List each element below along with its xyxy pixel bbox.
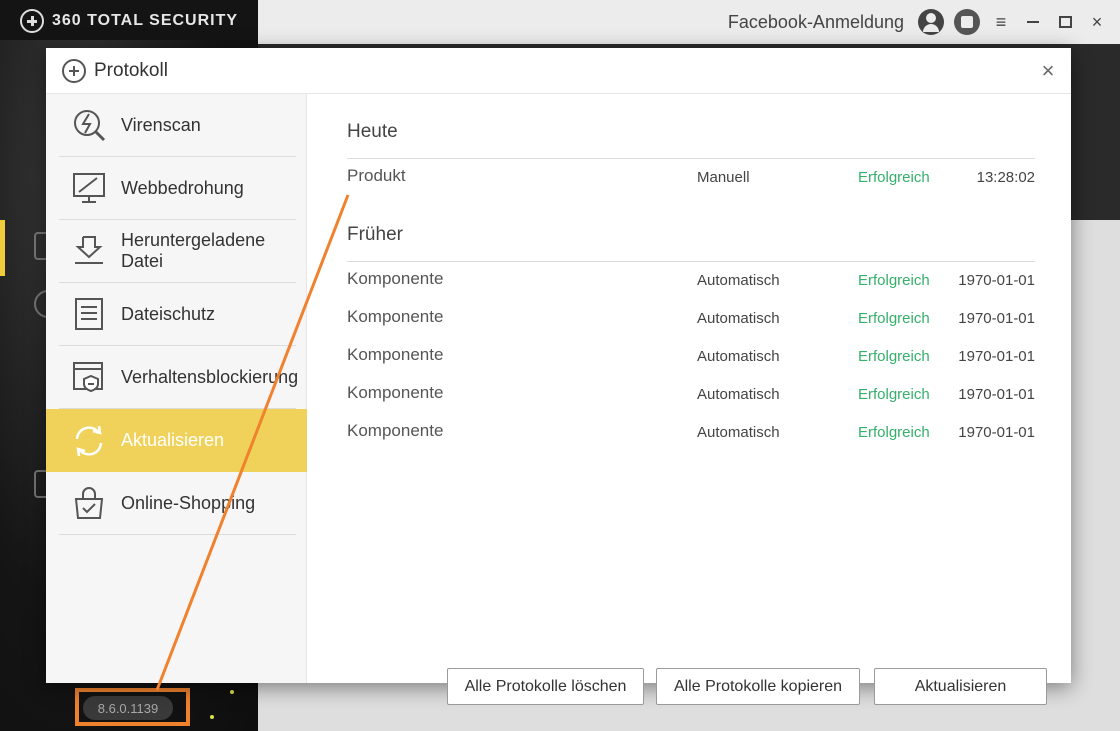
log-time: 1970-01-01 [958, 272, 1035, 289]
nav-item-verhaltensblockierung[interactable]: Verhaltensblockierung [59, 346, 299, 409]
behavior-block-icon [73, 362, 103, 393]
log-time: 1970-01-01 [958, 424, 1035, 441]
log-row: Komponente Automatisch Erfolgreich 1970-… [347, 379, 1035, 409]
log-mode: Manuell [697, 169, 750, 186]
section-title-earlier: Früher [347, 224, 403, 245]
minimize-button[interactable] [1022, 11, 1044, 33]
sidebar-active-indicator [0, 220, 5, 276]
app-brand: 360 TOTAL SECURITY [52, 12, 239, 29]
logo-icon [20, 9, 44, 33]
section-divider [347, 158, 1035, 159]
clear-all-logs-button[interactable]: Alle Protokolle löschen [447, 668, 644, 705]
log-mode: Automatisch [697, 348, 780, 365]
skin-shirt-icon[interactable] [954, 9, 980, 35]
maximize-icon [1058, 16, 1072, 28]
log-name: Komponente [347, 383, 444, 402]
log-name: Komponente [347, 345, 444, 364]
decorative-dot [210, 715, 214, 719]
refresh-button[interactable]: Aktualisieren [874, 668, 1047, 705]
web-threat-icon [73, 173, 105, 203]
log-status: Erfolgreich [858, 386, 930, 403]
facebook-login-link[interactable]: Facebook-Anmeldung [728, 12, 904, 33]
menu-icon[interactable]: ≡ [990, 11, 1012, 33]
nav-label: Heruntergeladene Datei [121, 230, 266, 271]
log-time: 1970-01-01 [958, 310, 1035, 327]
section-title-today: Heute [347, 121, 398, 142]
annotation-highlight-box [75, 688, 190, 726]
log-status: Erfolgreich [858, 169, 930, 186]
log-mode: Automatisch [697, 310, 780, 327]
nav-label: Aktualisieren [121, 430, 225, 450]
nav-item-online-shopping[interactable]: Online-Shopping [59, 472, 296, 535]
log-time: 1970-01-01 [958, 348, 1035, 365]
log-time: 13:28:02 [976, 169, 1035, 186]
nav-item-webbedrohung[interactable]: Webbedrohung [59, 157, 296, 220]
log-mode: Automatisch [697, 386, 780, 403]
nav-label: Verhaltensblockierung [121, 366, 299, 387]
app-logo: 360 TOTAL SECURITY [20, 9, 238, 33]
nav-label: Online-Shopping [121, 492, 256, 513]
nav-item-dateischutz[interactable]: Dateischutz [59, 283, 296, 346]
copy-all-logs-button[interactable]: Alle Protokolle kopieren [656, 668, 860, 705]
dialog-close-button[interactable]: × [1037, 60, 1059, 82]
log-status: Erfolgreich [858, 424, 930, 441]
shopping-bag-icon [74, 487, 104, 519]
log-time: 1970-01-01 [958, 386, 1035, 403]
log-status: Erfolgreich [858, 272, 930, 289]
dialog-logo-icon [62, 58, 86, 83]
minimize-icon [1027, 21, 1039, 23]
log-row: Komponente Automatisch Erfolgreich 1970-… [347, 341, 1035, 371]
nav-label: Webbedrohung [121, 177, 244, 198]
decorative-dot [230, 690, 234, 694]
log-name: Produkt [347, 166, 406, 185]
log-row: Komponente Automatisch Erfolgreich 1970-… [347, 265, 1035, 295]
maximize-button[interactable] [1054, 11, 1076, 33]
log-row: Komponente Automatisch Erfolgreich 1970-… [347, 417, 1035, 447]
nav-item-virenscan[interactable]: Virenscan [59, 94, 296, 157]
protocol-dialog: Protokoll × Virenscan Webbedrohung Herun… [46, 48, 1071, 705]
nav-label: Dateischutz [121, 303, 216, 324]
log-mode: Automatisch [697, 272, 780, 289]
dialog-title: Protokoll [94, 59, 168, 81]
nav-item-heruntergeladene-datei[interactable]: Heruntergeladene Datei [59, 220, 296, 283]
log-status: Erfolgreich [858, 310, 930, 327]
dialog-header: Protokoll × [46, 48, 1071, 94]
log-content: Heute Produkt Manuell Erfolgreich 13:28:… [307, 94, 1071, 705]
log-row: Produkt Manuell Erfolgreich 13:28:02 [347, 162, 1035, 192]
download-icon [75, 236, 103, 264]
log-row: Komponente Automatisch Erfolgreich 1970-… [347, 303, 1035, 333]
log-name: Komponente [347, 269, 444, 288]
app-topbar: Facebook-Anmeldung ≡ × [258, 0, 1120, 44]
user-avatar-icon[interactable] [918, 9, 944, 35]
log-status: Erfolgreich [858, 348, 930, 365]
virus-scan-icon [74, 110, 106, 142]
update-icon [75, 425, 103, 456]
log-mode: Automatisch [697, 424, 780, 441]
nav-item-aktualisieren[interactable]: Aktualisieren [46, 409, 307, 472]
section-divider [347, 261, 1035, 262]
file-protection-icon [75, 298, 103, 330]
log-name: Komponente [347, 307, 444, 326]
dialog-nav: Virenscan Webbedrohung Heruntergeladene … [46, 94, 307, 683]
topbar-controls: Facebook-Anmeldung ≡ × [728, 8, 1108, 36]
nav-label: Virenscan [121, 114, 201, 135]
log-name: Komponente [347, 421, 444, 440]
close-window-button[interactable]: × [1086, 11, 1108, 33]
